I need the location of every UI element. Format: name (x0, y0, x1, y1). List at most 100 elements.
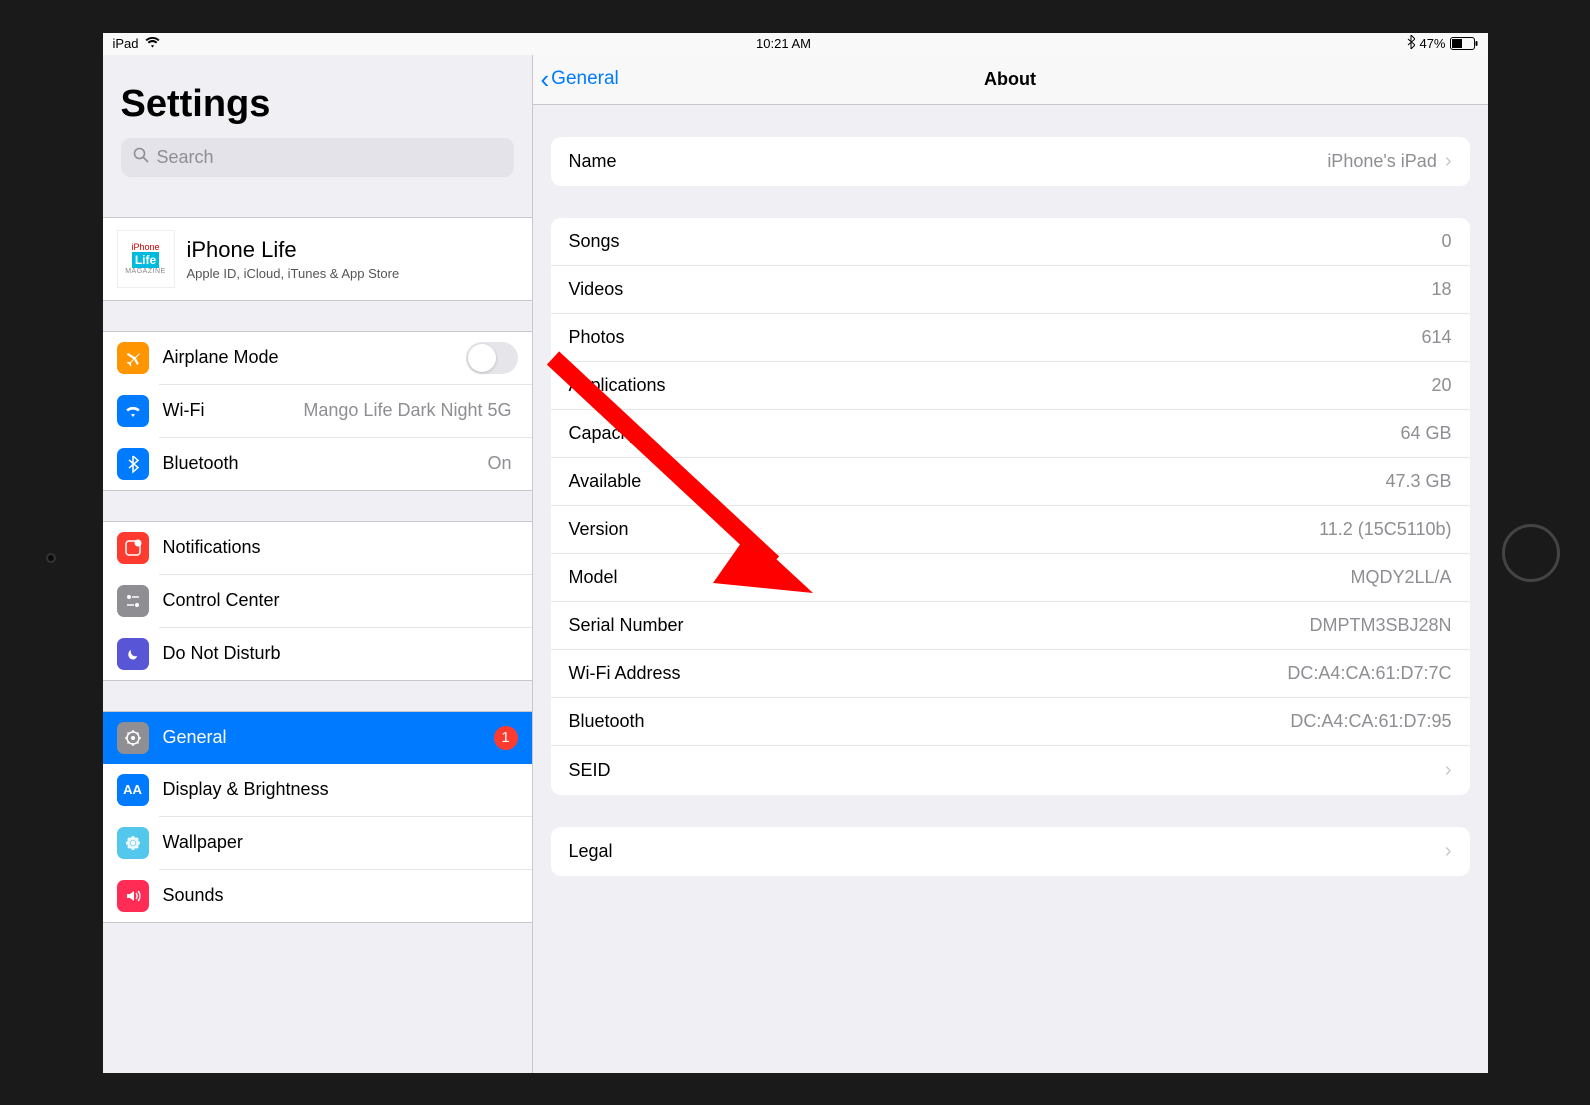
account-subtitle: Apple ID, iCloud, iTunes & App Store (187, 266, 400, 281)
detail-value: › (1445, 759, 1452, 782)
home-button[interactable] (1502, 524, 1560, 582)
search-input[interactable]: Search (121, 138, 514, 177)
back-button[interactable]: ‹ General (533, 64, 619, 95)
detail-value: 47.3 GB (1385, 471, 1451, 492)
settings-sidebar[interactable]: Settings Search iPhone Life MAGAZINE (103, 55, 533, 1073)
sidebar-item-label: Notifications (163, 537, 518, 558)
sidebar-item-control-center[interactable]: Control Center (103, 575, 532, 627)
detail-row-serial-number: Serial Number DMPTM3SBJ28N (551, 601, 1470, 649)
detail-pane: ‹ General About Name iPhone's iPad› Songs… (533, 55, 1488, 1073)
screen: iPad 10:21 AM 47% Settings (103, 33, 1488, 1073)
detail-row-legal[interactable]: Legal › (551, 827, 1470, 876)
sidebar-item-wifi[interactable]: Wi-FiMango Life Dark Night 5G (103, 385, 532, 437)
detail-value: MQDY2LL/A (1350, 567, 1451, 588)
detail-label: Name (569, 151, 617, 172)
search-icon (133, 147, 149, 168)
detail-body[interactable]: Name iPhone's iPad› Songs 0 Videos 18 Photos 6… (533, 105, 1488, 1073)
battery-percent: 47% (1419, 36, 1445, 51)
detail-value: DC:A4:CA:61:D7:7C (1287, 663, 1451, 684)
sidebar-item-label: Control Center (163, 590, 518, 611)
general-icon (117, 722, 149, 754)
detail-label: Available (569, 471, 642, 492)
detail-value: 20 (1431, 375, 1451, 396)
detail-label: Photos (569, 327, 625, 348)
ipad-device-frame: iPad 10:21 AM 47% Settings (0, 0, 1590, 1105)
apple-id-row[interactable]: iPhone Life MAGAZINE iPhone Life Apple I… (103, 218, 532, 300)
detail-nav-bar: ‹ General About (533, 55, 1488, 105)
detail-value: 0 (1441, 231, 1451, 252)
detail-row-capacity: Capacity 64 GB (551, 409, 1470, 457)
sidebar-item-label: Bluetooth (163, 453, 488, 474)
detail-row-photos: Photos 614 (551, 313, 1470, 361)
sidebar-item-wallpaper[interactable]: Wallpaper (103, 817, 532, 869)
detail-row-seid[interactable]: SEID› (551, 745, 1470, 795)
sidebar-item-general[interactable]: General1 (103, 712, 532, 764)
notification-badge: 1 (494, 726, 518, 750)
detail-value: 11.2 (15C5110b) (1319, 519, 1451, 540)
detail-label: Applications (569, 375, 666, 396)
status-device-name: iPad (113, 36, 139, 51)
detail-value: DMPTM3SBJ28N (1309, 615, 1451, 636)
sidebar-item-label: Airplane Mode (163, 347, 466, 368)
detail-row-model: ModelMQDY2LL/A (551, 553, 1470, 601)
sidebar-item-airplane[interactable]: Airplane Mode (103, 332, 532, 384)
sidebar-item-sounds[interactable]: Sounds (103, 870, 532, 922)
detail-value: 64 GB (1400, 423, 1451, 444)
sidebar-item-notifications[interactable]: Notifications (103, 522, 532, 574)
sidebar-item-label: Display & Brightness (163, 779, 518, 800)
wallpaper-icon (117, 827, 149, 859)
dnd-icon (117, 638, 149, 670)
search-placeholder: Search (157, 147, 214, 168)
detail-label: Legal (569, 841, 613, 862)
sidebar-item-label: Wi-Fi (163, 400, 304, 421)
detail-value: 614 (1421, 327, 1451, 348)
page-title: Settings (121, 83, 514, 126)
sidebar-item-value: On (487, 453, 511, 474)
airplane-icon (117, 342, 149, 374)
front-camera (46, 553, 56, 563)
detail-value: 18 (1431, 279, 1451, 300)
account-avatar: iPhone Life MAGAZINE (117, 230, 175, 288)
wifi-status-icon (145, 36, 160, 51)
back-label: General (551, 68, 619, 90)
account-name: iPhone Life (187, 237, 400, 263)
bluetooth-icon (117, 448, 149, 480)
sidebar-item-bluetooth[interactable]: BluetoothOn (103, 438, 532, 490)
bluetooth-status-icon (1407, 35, 1415, 52)
detail-row-wi-fi-address: Wi-Fi AddressDC:A4:CA:61:D7:7C (551, 649, 1470, 697)
detail-row-bluetooth: Bluetooth DC:A4:CA:61:D7:95 (551, 697, 1470, 745)
detail-value: iPhone's iPad› (1327, 150, 1451, 173)
notifications-icon (117, 532, 149, 564)
detail-label: Version (569, 519, 629, 540)
detail-label: Capacity (569, 423, 639, 444)
chevron-right-icon: › (1445, 759, 1452, 782)
sidebar-item-value: Mango Life Dark Night 5G (303, 400, 511, 421)
sidebar-item-label: Wallpaper (163, 832, 518, 853)
detail-row-name[interactable]: Name iPhone's iPad› (551, 137, 1470, 186)
sidebar-item-dnd[interactable]: Do Not Disturb (103, 628, 532, 680)
detail-title: About (984, 69, 1036, 90)
sounds-icon (117, 880, 149, 912)
detail-row-applications: Applications 20 (551, 361, 1470, 409)
sidebar-item-display[interactable]: AA Display & Brightness (103, 764, 532, 816)
detail-label: Songs (569, 231, 620, 252)
sidebar-item-label: Sounds (163, 885, 518, 906)
detail-label: Serial Number (569, 615, 684, 636)
sidebar-item-label: Do Not Disturb (163, 643, 518, 664)
detail-label: Bluetooth (569, 711, 645, 732)
airplane-toggle[interactable] (466, 342, 518, 374)
chevron-left-icon: ‹ (541, 64, 550, 95)
detail-value: › (1445, 840, 1452, 863)
chevron-right-icon: › (1445, 150, 1452, 173)
sidebar-item-label: General (163, 727, 494, 748)
detail-value: DC:A4:CA:61:D7:95 (1290, 711, 1451, 732)
detail-row-videos: Videos 18 (551, 265, 1470, 313)
chevron-right-icon: › (1445, 840, 1452, 863)
battery-icon (1450, 37, 1478, 50)
wifi-icon (117, 395, 149, 427)
display-icon: AA (117, 774, 149, 806)
detail-row-available: Available 47.3 GB (551, 457, 1470, 505)
status-bar: iPad 10:21 AM 47% (103, 33, 1488, 55)
detail-row-version: Version 11.2 (15C5110b) (551, 505, 1470, 553)
detail-label: Videos (569, 279, 624, 300)
